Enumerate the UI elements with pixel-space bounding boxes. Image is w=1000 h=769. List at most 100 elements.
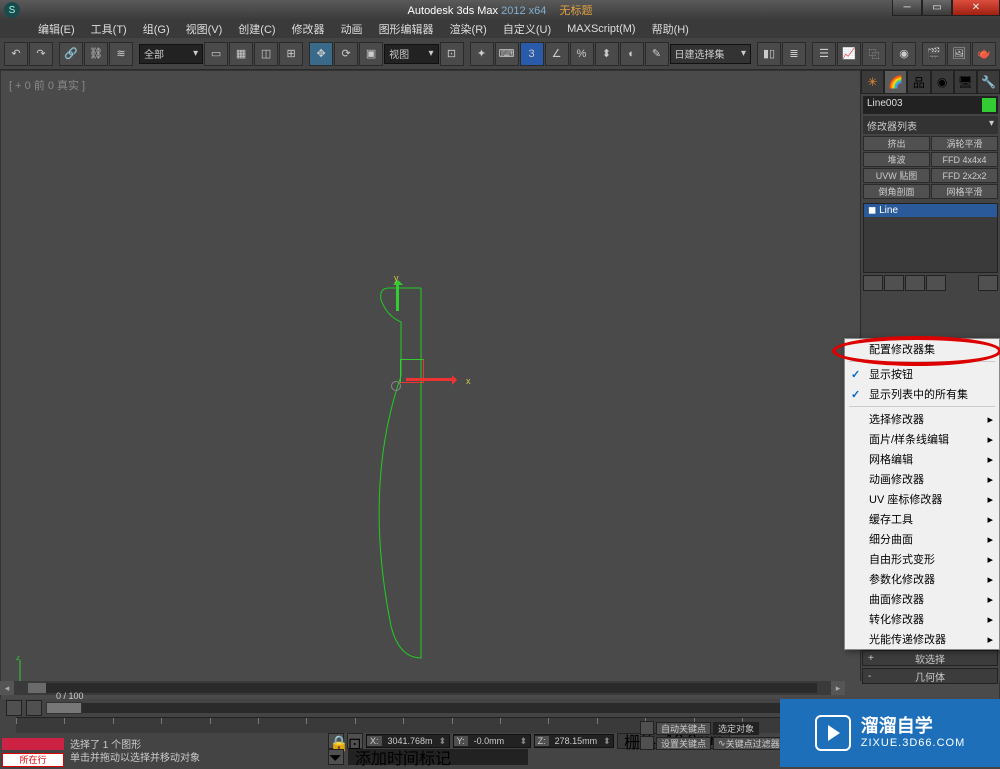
select-name-button[interactable]: ▦ [229, 42, 253, 66]
undo-button[interactable]: ↶ [4, 42, 28, 66]
percent-snap-button[interactable]: % [570, 42, 594, 66]
menu-group[interactable]: 组(G) [135, 21, 178, 37]
utilities-tab[interactable]: 🔧 [977, 70, 1000, 94]
menu-conversion-mods[interactable]: 转化修改器 [845, 609, 999, 629]
mod-wave[interactable]: 堆波 [863, 152, 930, 167]
time-tag-icon[interactable]: ⏷ [328, 749, 344, 765]
key-filters-button[interactable]: ∿ 关键点过滤器 [713, 737, 785, 750]
curve-editor-button[interactable]: 📈 [837, 42, 861, 66]
angle-snap-button[interactable]: ∠ [545, 42, 569, 66]
menu-show-all-sets[interactable]: ✓显示列表中的所有集 [845, 384, 999, 404]
mod-bevelprofile[interactable]: 倒角剖面 [863, 184, 930, 199]
mod-turbosmooth[interactable]: 涡轮平滑 [931, 136, 998, 151]
hscroll-right-button[interactable]: ▸ [831, 681, 845, 695]
edit-named-sel-button[interactable]: ✎ [645, 42, 669, 66]
menu-create[interactable]: 创建(C) [230, 21, 283, 37]
menu-modifiers[interactable]: 修改器 [284, 21, 333, 37]
select-button[interactable]: ▭ [204, 42, 228, 66]
menu-rendering[interactable]: 渲染(R) [442, 21, 495, 37]
selected-obj-combo[interactable]: 选定对象 [713, 722, 759, 735]
manipulate-button[interactable]: ✦ [470, 42, 494, 66]
align-button[interactable]: ≣ [782, 42, 806, 66]
viewport-hscroll[interactable]: ◂ ▸ [0, 681, 845, 695]
configure-modifier-sets-button[interactable] [978, 275, 998, 291]
menu-mesh-editing[interactable]: 网格编辑 [845, 449, 999, 469]
auto-key-button[interactable]: 自动关键点 [656, 722, 711, 735]
menu-show-buttons[interactable]: ✓显示按钮 [845, 364, 999, 384]
menu-views[interactable]: 视图(V) [178, 21, 231, 37]
object-name-field[interactable]: Line003 [863, 96, 998, 114]
scale-button[interactable]: ▣ [359, 42, 383, 66]
mod-uvwmap[interactable]: UVW 贴图 [863, 168, 930, 183]
script-mini-listener-top[interactable] [2, 738, 64, 750]
stack-item-line[interactable]: ◼ Line [864, 204, 997, 217]
script-mini-listener[interactable]: 所在行 [2, 753, 64, 767]
maximize-button[interactable]: ▭ [922, 0, 952, 16]
modifier-stack[interactable]: ◼ Line [863, 203, 998, 273]
render-button[interactable]: 🫖 [972, 42, 996, 66]
snap-toggle[interactable]: 3 [520, 42, 544, 66]
pin-stack-button[interactable] [863, 275, 883, 291]
modifier-list-dropdown[interactable]: 修改器列表▾ [863, 116, 998, 134]
time-tag-button[interactable] [26, 700, 42, 716]
pivot-center-button[interactable]: ⊡ [440, 42, 464, 66]
time-slider-thumb[interactable] [46, 702, 82, 714]
ref-coord-system[interactable]: 视图▾ [384, 44, 438, 64]
menu-edit[interactable]: 编辑(E) [30, 21, 83, 37]
menu-uv-mods[interactable]: UV 座标修改器 [845, 489, 999, 509]
mod-extrude[interactable]: 挤出 [863, 136, 930, 151]
spinner-snap-button[interactable]: ⬍ [595, 42, 619, 66]
menu-cache-tools[interactable]: 缓存工具 [845, 509, 999, 529]
motion-tab[interactable]: ◉ [931, 70, 954, 94]
hscroll-left-button[interactable]: ◂ [0, 681, 14, 695]
show-end-result-button[interactable] [884, 275, 904, 291]
app-icon[interactable]: S [4, 2, 20, 18]
menu-selection-mods[interactable]: 选择修改器 [845, 409, 999, 429]
set-key-icon[interactable] [640, 736, 654, 750]
render-setup-button[interactable]: 🎬 [922, 42, 946, 66]
modify-tab[interactable]: 🌈 [884, 70, 907, 94]
y-coord-field[interactable]: Y:-0.0mm⬍ [453, 734, 531, 748]
select-region-button[interactable]: ◫ [254, 42, 278, 66]
remove-modifier-button[interactable] [926, 275, 946, 291]
hierarchy-tab[interactable]: 品 [907, 70, 930, 94]
z-coord-field[interactable]: Z:278.15mm⬍ [534, 734, 615, 748]
spline-object[interactable] [371, 286, 451, 666]
menu-maxscript[interactable]: MAXScript(M) [559, 23, 643, 35]
hscroll-thumb[interactable] [28, 683, 46, 693]
rotate-button[interactable]: ⟳ [334, 42, 358, 66]
viewport-label[interactable]: [ + 0 前 0 真实 ] [9, 77, 85, 93]
rollout-softsel[interactable]: +软选择 [862, 650, 998, 666]
menu-parametric-mods[interactable]: 参数化修改器 [845, 569, 999, 589]
menu-subdiv-surfaces[interactable]: 细分曲面 [845, 529, 999, 549]
minimize-button[interactable]: ─ [892, 0, 922, 16]
menu-grapheditors[interactable]: 图形编辑器 [371, 21, 442, 37]
selection-filter[interactable]: 全部▾ [139, 44, 203, 64]
rollout-geometry[interactable]: -几何体 [862, 668, 998, 684]
add-time-tag[interactable]: 添加时间标记 [348, 749, 528, 765]
menu-config-mod-sets[interactable]: 配置修改器集 [845, 339, 999, 359]
rendered-frame-button[interactable]: 🖼 [947, 42, 971, 66]
menu-freeform-deform[interactable]: 自由形式变形 [845, 549, 999, 569]
named-selection-set[interactable]: 日建选择集▾ [670, 44, 751, 64]
keyboard-shortcut-button[interactable]: ⌨ [495, 42, 519, 66]
menu-radiosity-mods[interactable]: 光能传递修改器 [845, 629, 999, 649]
bind-space-button[interactable]: ≋ [109, 42, 133, 66]
unlink-button[interactable]: ⛓ [84, 42, 108, 66]
create-tab[interactable]: ✳ [861, 70, 884, 94]
menu-customize[interactable]: 自定义(U) [495, 21, 559, 37]
time-config-button[interactable] [6, 700, 22, 716]
menu-help[interactable]: 帮助(H) [644, 21, 697, 37]
key-lock-button[interactable] [640, 721, 654, 735]
object-color-swatch[interactable] [982, 98, 996, 112]
redo-button[interactable]: ↷ [29, 42, 53, 66]
mod-ffd222[interactable]: FFD 2x2x2 [931, 168, 998, 183]
menu-patch-spline[interactable]: 面片/样条线编辑 [845, 429, 999, 449]
mod-ffd444[interactable]: FFD 4x4x4 [931, 152, 998, 167]
move-button[interactable]: ✥ [309, 42, 333, 66]
edged-faces-button[interactable]: ◐ [620, 42, 644, 66]
mod-meshsmooth[interactable]: 网格平滑 [931, 184, 998, 199]
schematic-button[interactable]: ⿻ [862, 42, 886, 66]
lock-selection-button[interactable]: 🔒 [328, 733, 344, 749]
close-button[interactable]: ✕ [952, 0, 1000, 16]
